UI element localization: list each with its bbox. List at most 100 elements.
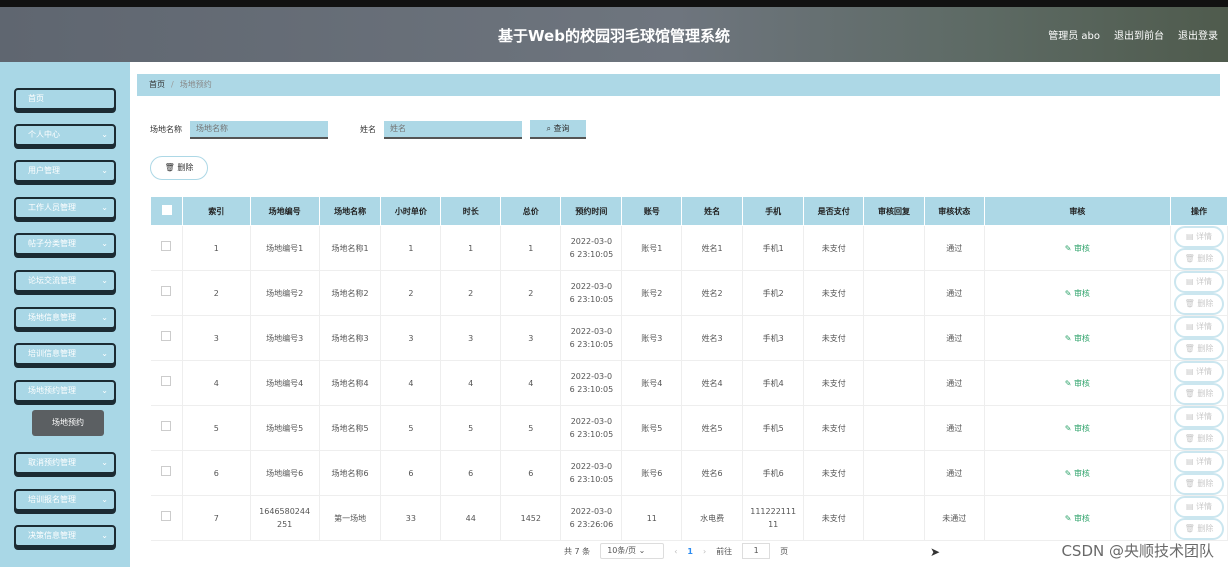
sidebar-item-10[interactable]: 取消预约管理 ⌄ [14, 452, 116, 474]
goto-page-input[interactable]: 1 [742, 543, 771, 559]
row-checkbox-cell[interactable] [150, 495, 184, 541]
row-checkbox[interactable] [161, 286, 172, 296]
document-icon: ▤ [1185, 457, 1197, 466]
row-checkbox-cell[interactable] [150, 315, 184, 361]
review-link[interactable]: ✎ 审核 [1065, 469, 1090, 478]
name-input[interactable] [384, 120, 522, 139]
sidebar-item-3[interactable]: 用户管理 ⌄ [14, 160, 116, 182]
table-cell: 手机4 [742, 360, 805, 406]
detail-button[interactable]: ▤ 详情 [1174, 406, 1224, 428]
review-link[interactable]: ✎ 审核 [1065, 379, 1090, 388]
detail-button[interactable]: ▤ 详情 [1174, 316, 1224, 338]
table-cell: 5 [500, 405, 562, 451]
chevron-down-icon: ⌄ [101, 166, 108, 175]
row-checkbox[interactable] [161, 376, 172, 386]
detail-button[interactable]: ▤ 详情 [1174, 451, 1224, 473]
actions-cell: ▤ 详情🗑 删除 [1170, 450, 1228, 496]
document-icon: ▤ [1185, 412, 1197, 421]
row-checkbox[interactable] [161, 421, 172, 431]
table-cell: 2 [500, 270, 562, 316]
table-cell: 场地名称4 [319, 360, 382, 406]
breadcrumb-home[interactable]: 首页 [149, 80, 165, 89]
column-header: 操作 [1170, 196, 1228, 226]
table-cell: 姓名3 [681, 315, 743, 361]
row-checkbox[interactable] [161, 241, 172, 251]
table-cell: 场地编号5 [250, 405, 320, 451]
sidebar-item-9[interactable]: 场地预约管理 ⌄ [14, 380, 116, 402]
table-cell: 1 [500, 225, 562, 271]
table-cell: 111222111 11 [742, 495, 805, 541]
sidebar-item-12[interactable]: 决策信息管理 ⌄ [14, 525, 116, 547]
review-link[interactable]: ✎ 审核 [1065, 289, 1090, 298]
delete-button[interactable]: 🗑 删除 [1174, 518, 1224, 540]
table-cell: 2022-03-0 6 23:10:05 [560, 405, 623, 451]
sidebar-item-11[interactable]: 培训报名管理 ⌄ [14, 489, 116, 511]
table-cell: 通过 [924, 450, 985, 496]
edit-icon: ✎ [1064, 288, 1074, 298]
row-checkbox-cell[interactable] [150, 450, 184, 496]
search-button[interactable]: ⌕ 查询 [530, 120, 586, 139]
delete-button[interactable]: 🗑 删除 [1174, 383, 1224, 405]
page-size-select[interactable]: 10条/页 ⌄ [600, 543, 665, 559]
table-cell: 44 [440, 495, 502, 541]
delete-button[interactable]: 🗑 删除 [1174, 428, 1224, 450]
submenu-item-venue-booking[interactable]: 场地预约 [32, 410, 104, 436]
page-unit-label: 页 [780, 546, 789, 556]
delete-button[interactable]: 🗑 删除 [1174, 293, 1224, 315]
table-cell: 手机6 [742, 450, 805, 496]
delete-button[interactable]: 🗑 删除 [1174, 338, 1224, 360]
review-link[interactable]: ✎ 审核 [1065, 334, 1090, 343]
sidebar-item-6[interactable]: 论坛交流管理 ⌄ [14, 270, 116, 292]
admin-label: 管理员 abo [1048, 31, 1100, 42]
review-link[interactable]: ✎ 审核 [1065, 514, 1090, 523]
sidebar-item-label: 决策信息管理 [28, 531, 76, 540]
sidebar-item-8[interactable]: 培训信息管理 ⌄ [14, 343, 116, 365]
select-all-checkbox-cell[interactable] [149, 196, 184, 226]
detail-button[interactable]: ▤ 详情 [1174, 271, 1224, 293]
detail-button[interactable]: ▤ 详情 [1174, 361, 1224, 383]
next-page-button[interactable]: › [703, 547, 706, 556]
sidebar-item-7[interactable]: 场地信息管理 ⌄ [14, 307, 116, 329]
delete-button[interactable]: 🗑 删除 [1174, 473, 1224, 495]
row-checkbox-cell[interactable] [150, 405, 184, 451]
table-cell: 场地编号4 [250, 360, 320, 406]
row-checkbox-cell[interactable] [150, 360, 184, 406]
select-all-checkbox[interactable] [161, 205, 172, 215]
row-checkbox[interactable] [161, 331, 172, 341]
table-cell [863, 450, 925, 496]
row-checkbox-cell[interactable] [150, 270, 184, 316]
back-to-front-link[interactable]: 退出到前台 [1114, 27, 1164, 42]
logout-link[interactable]: 退出登录 [1178, 27, 1218, 42]
table-cell: 通过 [924, 225, 985, 271]
row-checkbox[interactable] [161, 466, 172, 476]
edit-icon: ✎ [1064, 378, 1074, 388]
column-header: 场地名称 [318, 196, 382, 226]
sidebar-item-2[interactable]: 个人中心 ⌄ [14, 124, 116, 146]
detail-button[interactable]: ▤ 详情 [1174, 496, 1224, 518]
trash-icon: 🗑 [1184, 434, 1198, 443]
search-icon: ⌕ [546, 124, 554, 133]
sidebar-item-4[interactable]: 工作人员管理 ⌄ [14, 197, 116, 219]
table-cell: 场地编号2 [250, 270, 320, 316]
sidebar-item-5[interactable]: 帖子分类管理 ⌄ [14, 233, 116, 255]
row-checkbox[interactable] [161, 511, 172, 521]
app-title: 基于Web的校园羽毛球馆管理系统 [498, 27, 730, 45]
table-cell: 未通过 [924, 495, 985, 541]
prev-page-button[interactable]: ‹ [674, 547, 677, 556]
delete-button[interactable]: 🗑 删除 [1174, 248, 1224, 270]
table-cell [863, 405, 925, 451]
sidebar-item-1[interactable]: 首页 [14, 88, 116, 110]
detail-button[interactable]: ▤ 详情 [1174, 226, 1224, 248]
page-number-current[interactable]: 1 [687, 547, 693, 556]
review-link[interactable]: ✎ 审核 [1065, 424, 1090, 433]
table-cell: 2 [440, 270, 502, 316]
batch-delete-button[interactable]: 🗑 删除 [150, 156, 208, 180]
venue-name-input[interactable] [190, 120, 328, 139]
table-cell: 3 [440, 315, 502, 361]
review-link[interactable]: ✎ 审核 [1065, 244, 1090, 253]
row-checkbox-cell[interactable] [150, 225, 184, 271]
sidebar-item-label: 工作人员管理 [28, 203, 76, 212]
table-cell: 1 [182, 225, 251, 271]
table-cell: 1452 [500, 495, 562, 541]
chevron-down-icon: ⌄ [101, 276, 108, 285]
